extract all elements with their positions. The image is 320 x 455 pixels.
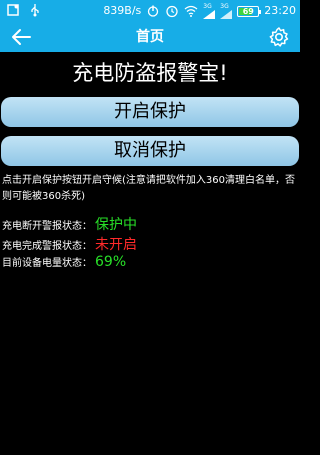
battery-status-label: 目前设备电量状态： (2, 258, 92, 269)
app-bar: 首页 (0, 22, 300, 52)
charge-complete-status-row: 充电完成警报状态： 未开启 (0, 234, 300, 254)
gear-icon[interactable] (268, 26, 290, 48)
status-bar-right: 839B/s 3G 3G 69 23:20 (103, 3, 296, 19)
charge-disconnect-label: 充电断开警报状态： (2, 221, 92, 232)
status-bar-left (6, 3, 42, 17)
charge-complete-label: 充电完成警报状态： (2, 241, 92, 252)
battery-status-value: 69% (95, 254, 127, 270)
clock: 23:20 (264, 4, 296, 17)
charge-complete-value: 未开启 (95, 237, 137, 253)
start-protection-button[interactable]: 开启保护 (1, 97, 299, 127)
battery-percent: 69 (242, 6, 254, 16)
usb-icon (31, 4, 39, 17)
battery-status-row: 目前设备电量状态： 69% (0, 254, 300, 274)
network-speed: 839B/s (103, 4, 142, 17)
signal-1: 3G (203, 3, 216, 19)
charge-disconnect-status-row: 充电断开警报状态： 保护中 (0, 214, 300, 234)
signal-2: 3G (220, 3, 233, 19)
page-title: 首页 (136, 29, 164, 45)
signal-bars-icon (203, 9, 216, 19)
app-heading: 充电防盗报警宝! (72, 61, 228, 85)
status-bar: 839B/s 3G 3G 69 23:20 (0, 0, 300, 22)
instruction-text: 点击开启保护按钮开启守候(注意请把软件加入360清理白名单，否则可能被360杀死… (2, 175, 295, 202)
signal-bars-icon (220, 9, 233, 19)
battery-indicator: 69 (237, 5, 262, 17)
cancel-protection-button[interactable]: 取消保护 (1, 136, 299, 166)
power-icon (148, 5, 159, 17)
alarm-icon (166, 5, 178, 18)
wifi-icon (184, 5, 198, 17)
charge-disconnect-value: 保护中 (95, 217, 137, 233)
notification-icon (7, 4, 19, 16)
